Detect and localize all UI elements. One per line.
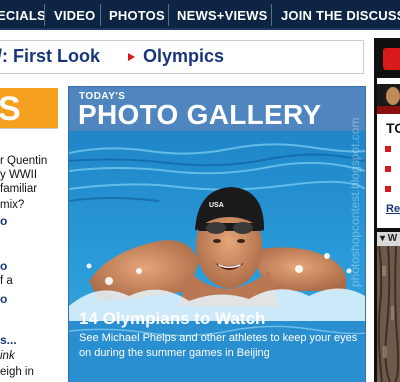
left-divider bbox=[0, 128, 58, 129]
right-section-bar-label: ▾ W bbox=[380, 233, 398, 244]
right-image-illustration bbox=[377, 246, 400, 382]
gallery-caption-description: See Michael Phelps and other athletes to… bbox=[79, 332, 358, 359]
top-nav: ECIALS VIDEO PHOTOS NEWS+VIEWS JOIN THE … bbox=[0, 0, 400, 30]
right-image[interactable] bbox=[377, 246, 400, 382]
story-text: r Quentin bbox=[0, 155, 48, 167]
nav-divider bbox=[44, 4, 45, 26]
first-look-link[interactable]: /: First Look bbox=[0, 46, 100, 67]
right-thumbnail[interactable] bbox=[377, 84, 400, 114]
bullet-icon bbox=[385, 186, 391, 192]
nav-item-join-discussion[interactable]: JOIN THE DISCUSSI bbox=[281, 0, 400, 30]
story-link[interactable]: o bbox=[0, 259, 7, 273]
section-banner-label: S bbox=[0, 90, 21, 128]
story-text: f a bbox=[0, 275, 13, 287]
story-text: familiar bbox=[0, 183, 38, 195]
story-headline-link[interactable]: s... bbox=[0, 333, 17, 347]
right-red-tab[interactable] bbox=[383, 48, 400, 70]
nav-item-video[interactable]: VIDEO bbox=[54, 0, 95, 30]
right-read-link[interactable]: Rea bbox=[386, 203, 400, 215]
right-thumbnail-illustration bbox=[377, 84, 400, 114]
gallery-title[interactable]: PHOTO GALLERY bbox=[78, 99, 321, 131]
story-text: y WWII bbox=[0, 169, 38, 181]
watermark-text: photoshopcontest.blogspot.com bbox=[348, 117, 362, 287]
nav-bottom-border bbox=[0, 28, 400, 30]
story-text: ink bbox=[0, 350, 15, 362]
story-link[interactable]: o bbox=[0, 292, 7, 306]
story-text: mix? bbox=[0, 199, 25, 211]
gallery-caption-title[interactable]: 14 Olympians to Watch bbox=[79, 309, 265, 329]
story-link[interactable]: o bbox=[0, 214, 7, 228]
nav-divider bbox=[168, 4, 169, 26]
photo-gallery-card[interactable]: TODAY'S PHOTO GALLERY USA photoshopconte… bbox=[68, 86, 366, 382]
nav-item-photos[interactable]: PHOTOS bbox=[109, 0, 165, 30]
story-text: eigh in bbox=[0, 366, 34, 378]
headline-links-bar: /: First Look Olympics bbox=[0, 40, 364, 74]
nav-divider bbox=[271, 4, 272, 26]
bullet-icon bbox=[385, 166, 391, 172]
section-banner: S bbox=[0, 88, 58, 128]
olympics-link[interactable]: Olympics bbox=[143, 46, 224, 67]
right-heading: TO bbox=[386, 120, 400, 136]
svg-text:USA: USA bbox=[209, 202, 224, 209]
arrow-right-icon bbox=[128, 53, 135, 61]
nav-divider bbox=[100, 4, 101, 26]
bullet-icon bbox=[385, 146, 391, 152]
nav-item-specials[interactable]: ECIALS bbox=[0, 0, 46, 30]
nav-item-news-views[interactable]: NEWS+VIEWS bbox=[177, 0, 268, 30]
